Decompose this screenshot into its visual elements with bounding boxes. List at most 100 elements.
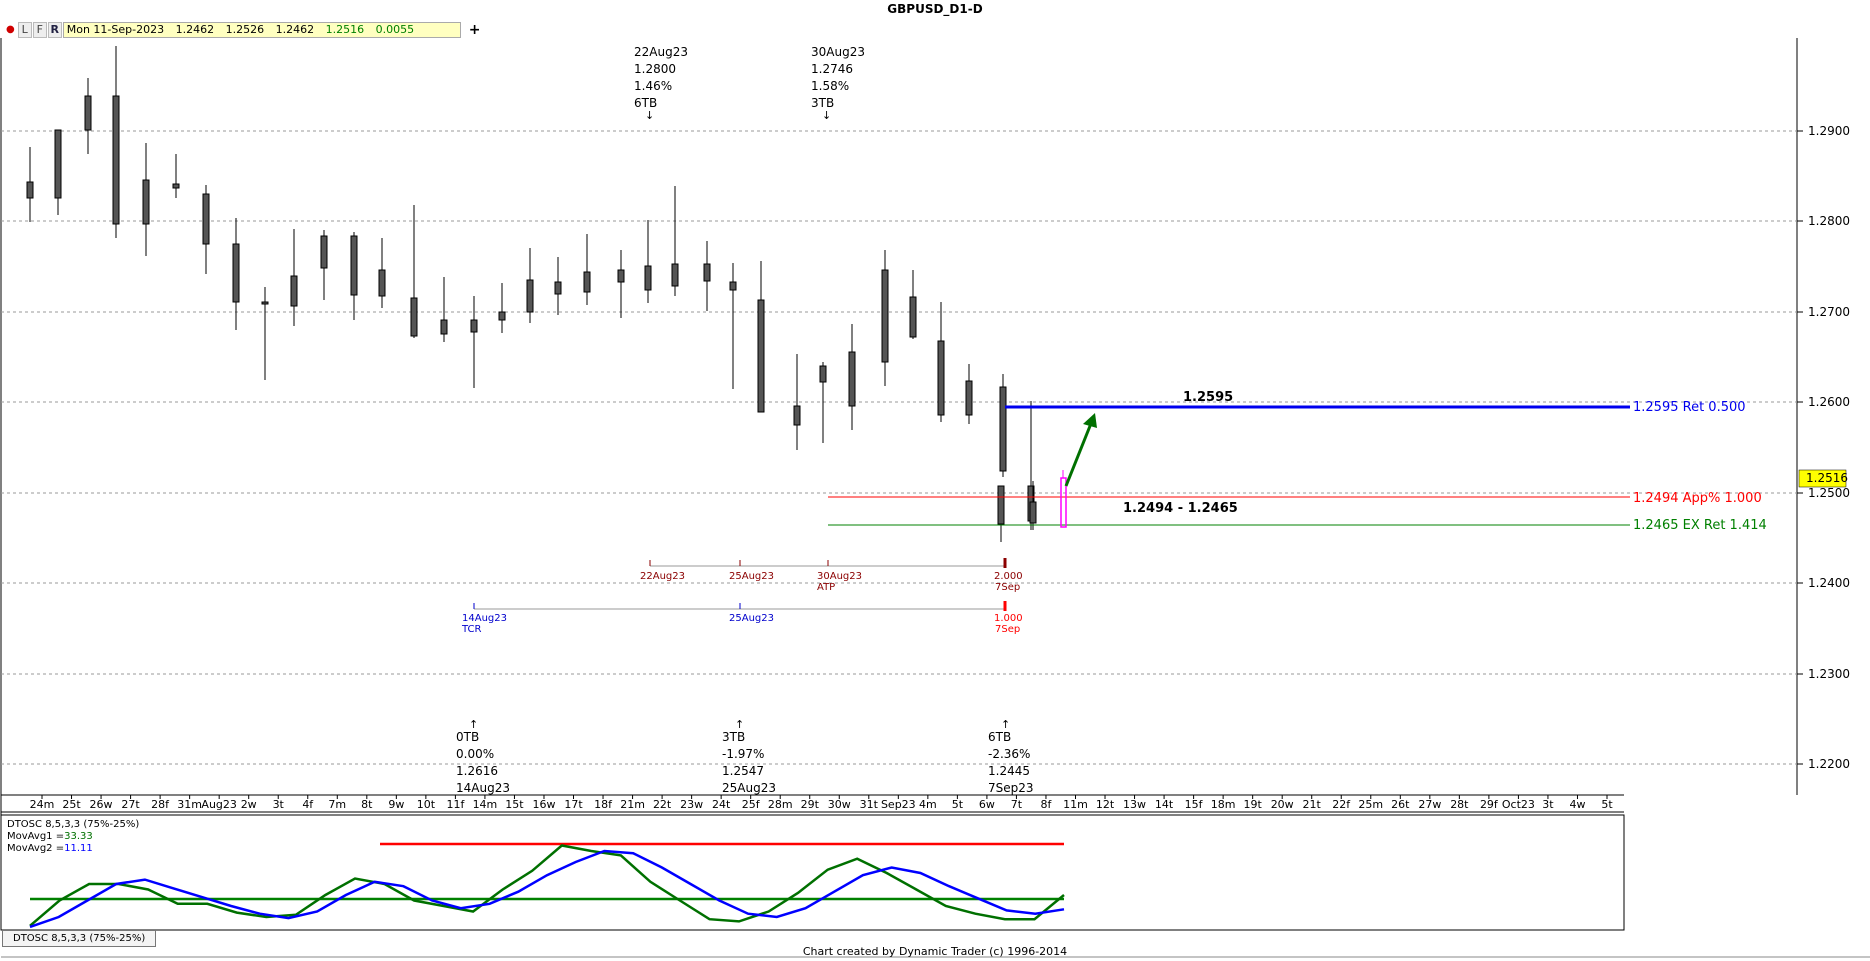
candlestick	[84, 78, 92, 154]
ma1-label-text: MovAvg1 =	[7, 831, 64, 842]
footer-credit: Chart created by Dynamic Trader (c) 1996…	[802, 945, 1068, 958]
bottom-annotation-line: 0.00%	[456, 747, 494, 761]
date-label: 25f	[742, 798, 761, 811]
candlestick	[757, 261, 765, 413]
candlestick	[470, 296, 478, 388]
date-label: 2w	[241, 798, 257, 811]
date-label: 21t	[1303, 798, 1322, 811]
price-tick-label: 1.2700	[1808, 305, 1850, 319]
date-label: Aug23	[201, 798, 236, 811]
candle-body	[729, 281, 737, 291]
date-label: 24m	[30, 798, 55, 811]
candle-body	[965, 380, 973, 416]
candlestick	[881, 250, 889, 386]
bottom-annotation-line: -1.97%	[722, 747, 764, 761]
projection-end-ratio: 2.000	[994, 571, 1023, 582]
candlestick	[999, 374, 1007, 477]
candle-body	[440, 319, 448, 335]
candlestick	[261, 287, 269, 380]
date-label: 8t	[361, 798, 373, 811]
candle-body	[526, 279, 534, 313]
candlestick	[554, 257, 562, 315]
candlestick	[142, 143, 150, 256]
projection-label: 25Aug23	[729, 613, 774, 624]
projection-label: ATP	[817, 582, 835, 593]
top-annotation-line: 30Aug23	[811, 45, 865, 59]
ma1-label: MovAvg1 =33.33	[7, 831, 93, 842]
date-label: 15t	[505, 798, 524, 811]
date-label: 15f	[1185, 798, 1204, 811]
candlestick	[290, 229, 298, 326]
candle-body	[909, 296, 917, 338]
date-label: 25m	[1358, 798, 1383, 811]
candlestick	[965, 364, 973, 424]
price-tick-label: 1.2200	[1808, 757, 1850, 771]
candlestick	[909, 270, 917, 339]
bottom-annotation-25aug: ↑ 3TB -1.97% 1.2547 25Aug23	[722, 718, 776, 795]
date-label: 27t	[121, 798, 140, 811]
candle-body	[410, 297, 418, 337]
price-tick-label: 1.2500	[1808, 486, 1850, 500]
candle-body	[1029, 501, 1037, 524]
date-label: 7m	[328, 798, 346, 811]
candlestick	[202, 185, 210, 274]
bottom-annotation-line: 3TB	[722, 730, 745, 744]
candlestick	[232, 218, 240, 330]
date-label: 14m	[473, 798, 498, 811]
date-label: 11f	[446, 798, 465, 811]
date-axis: 24m 25t 26w 27t 28f 31m Aug23 2w 3t 4f 7m 8t 9w 10t 11…	[30, 795, 1613, 811]
candle-body	[671, 263, 679, 287]
date-label: 10t	[417, 798, 436, 811]
candle-body	[554, 281, 562, 295]
candlestick	[26, 147, 34, 222]
bottom-annotation-14aug: ↑ 0TB 0.00% 1.2616 14Aug23	[456, 718, 510, 795]
level-label-ret500: 1.2595 Ret 0.500	[1633, 400, 1746, 415]
date-label: 22f	[1332, 798, 1351, 811]
candlestick	[997, 485, 1005, 542]
candlestick	[440, 277, 448, 342]
projection-label: 25Aug23	[729, 571, 774, 582]
candle-body	[232, 243, 240, 303]
date-label: 6w	[979, 798, 995, 811]
time-projection-row2: 14Aug23 TCR 25Aug23 1.000 7Sep	[461, 601, 1023, 635]
indicator-panel[interactable]: DTOSC 8,5,3,3 (75%-25%) MovAvg1 =33.33 M…	[7, 819, 1065, 929]
top-annotation-22aug: 22Aug23 1.2800 1.46% 6TB ↓	[634, 45, 688, 122]
date-label: 9w	[388, 798, 404, 811]
top-annotation-line: 6TB	[634, 96, 657, 110]
date-label: 28f	[151, 798, 170, 811]
price-axis: 1.2900 1.2800 1.2700 1.2600 1.2500 1.2400 1.23…	[1797, 124, 1850, 771]
price-tick-label: 1.2600	[1808, 395, 1850, 409]
projection-label: TCR	[461, 624, 482, 635]
current-price-label: 1.2516	[1806, 471, 1848, 485]
date-label: 18f	[594, 798, 613, 811]
candle-body	[703, 263, 711, 282]
candlestick	[350, 232, 358, 320]
candle-body	[142, 179, 150, 225]
projection-label: 30Aug23	[817, 571, 862, 582]
projection-label: 22Aug23	[640, 571, 685, 582]
date-label: 28m	[768, 798, 793, 811]
bottom-annotation-line: 1.2445	[988, 764, 1030, 778]
date-label: 3t	[1542, 798, 1554, 811]
candlestick	[112, 46, 120, 238]
candlestick	[671, 186, 679, 296]
date-label: 5t	[1601, 798, 1613, 811]
date-label: 26t	[1391, 798, 1410, 811]
candle-body	[470, 319, 478, 333]
date-label: 13w	[1123, 798, 1146, 811]
date-label: 16w	[532, 798, 555, 811]
date-label: 21m	[620, 798, 645, 811]
ma2-value: 11.11	[64, 843, 93, 854]
target-arrow-head	[1083, 413, 1097, 428]
bottom-annotation-line: 7Sep23	[988, 781, 1034, 795]
date-label: 11m	[1063, 798, 1088, 811]
date-label: 24t	[712, 798, 731, 811]
candlestick	[583, 234, 591, 305]
date-label: 28t	[1450, 798, 1469, 811]
down-arrow-icon: ↓	[645, 109, 654, 122]
candle-body	[84, 95, 92, 131]
indicator-name: DTOSC 8,5,3,3 (75%-25%)	[7, 819, 139, 830]
price-chart[interactable]: 1.2900 1.2800 1.2700 1.2600 1.2500 1.2400 1.23…	[0, 0, 1870, 961]
candle-body	[617, 269, 625, 283]
candle-body	[261, 301, 269, 305]
